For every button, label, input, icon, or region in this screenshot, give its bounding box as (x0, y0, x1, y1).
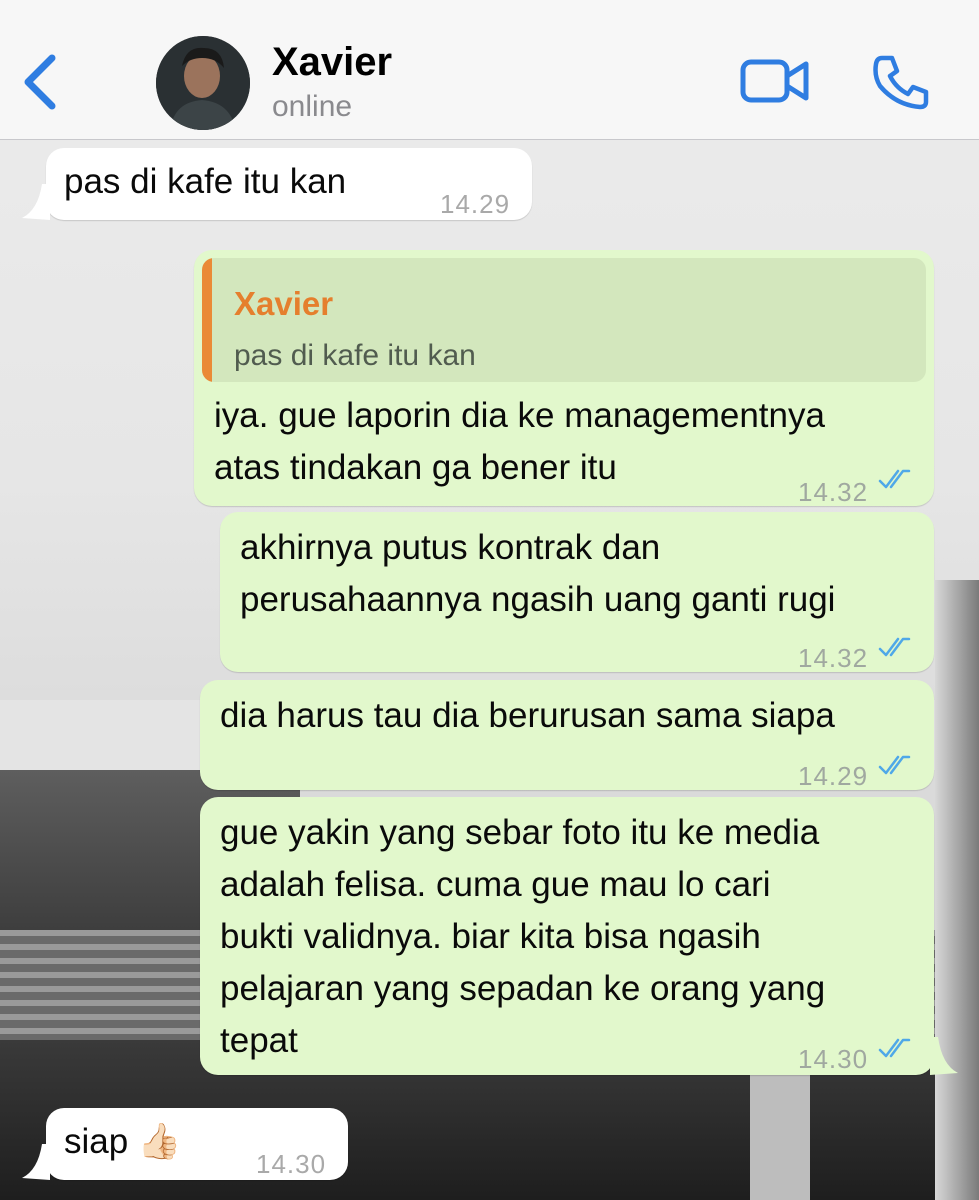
message-time: 14.29 (440, 189, 511, 219)
message-time: 14.29 (798, 761, 869, 791)
contact-status: online (272, 90, 353, 123)
message-time: 14.30 (256, 1149, 327, 1179)
chat-header: Xavier online (0, 0, 979, 140)
chevron-left-icon (24, 54, 56, 110)
message-text: pas di kafe itu kan (64, 162, 347, 201)
message-time: 14.32 (798, 643, 869, 673)
message-text: gue yakin yang sebar foto itu ke media a… (220, 813, 826, 1060)
message-outgoing[interactable]: Xavier pas di kafe itu kan iya. gue lapo… (194, 250, 934, 507)
back-button[interactable] (18, 50, 62, 114)
message-text: siap 👍🏻 (64, 1122, 182, 1161)
message-text: dia harus tau dia berurusan sama siapa (220, 696, 835, 735)
message-outgoing[interactable]: akhirnya putus kontrak dan perusahaannya… (220, 512, 934, 673)
video-camera-icon (740, 59, 809, 103)
bubble-tail (930, 1037, 958, 1075)
wallpaper-pillar (750, 1070, 810, 1200)
message-outgoing[interactable]: dia harus tau dia berurusan sama siapa 1… (200, 680, 934, 791)
wallpaper-right-structure (935, 580, 979, 1200)
message-incoming[interactable]: siap 👍🏻 14.30 (22, 1108, 348, 1180)
message-text: iya. gue laporin dia ke managementnya at… (214, 396, 825, 487)
message-text: akhirnya putus kontrak dan perusahaannya… (240, 528, 836, 619)
message-time: 14.32 (798, 477, 869, 507)
bubble-tail (22, 184, 50, 220)
message-time: 14.30 (798, 1044, 869, 1074)
message-outgoing[interactable]: gue yakin yang sebar foto itu ke media a… (200, 797, 958, 1075)
voice-call-button[interactable] (870, 54, 930, 110)
phone-icon (873, 55, 929, 110)
double-check-icon (878, 755, 911, 775)
double-check-icon (878, 469, 911, 489)
quote-sender-name: Xavier (234, 285, 334, 322)
video-call-button[interactable] (740, 56, 810, 106)
reply-quote[interactable]: Xavier pas di kafe itu kan (202, 258, 926, 382)
message-incoming[interactable]: pas di kafe itu kan 14.29 (22, 148, 532, 220)
quote-message-text: pas di kafe itu kan (234, 339, 476, 372)
avatar-image (156, 36, 250, 130)
double-check-icon (878, 1038, 911, 1058)
contact-avatar[interactable] (156, 36, 250, 130)
double-check-icon (878, 637, 911, 657)
contact-name[interactable]: Xavier (272, 40, 392, 85)
bubble-tail (22, 1144, 50, 1180)
quote-accent-bar (202, 258, 212, 382)
